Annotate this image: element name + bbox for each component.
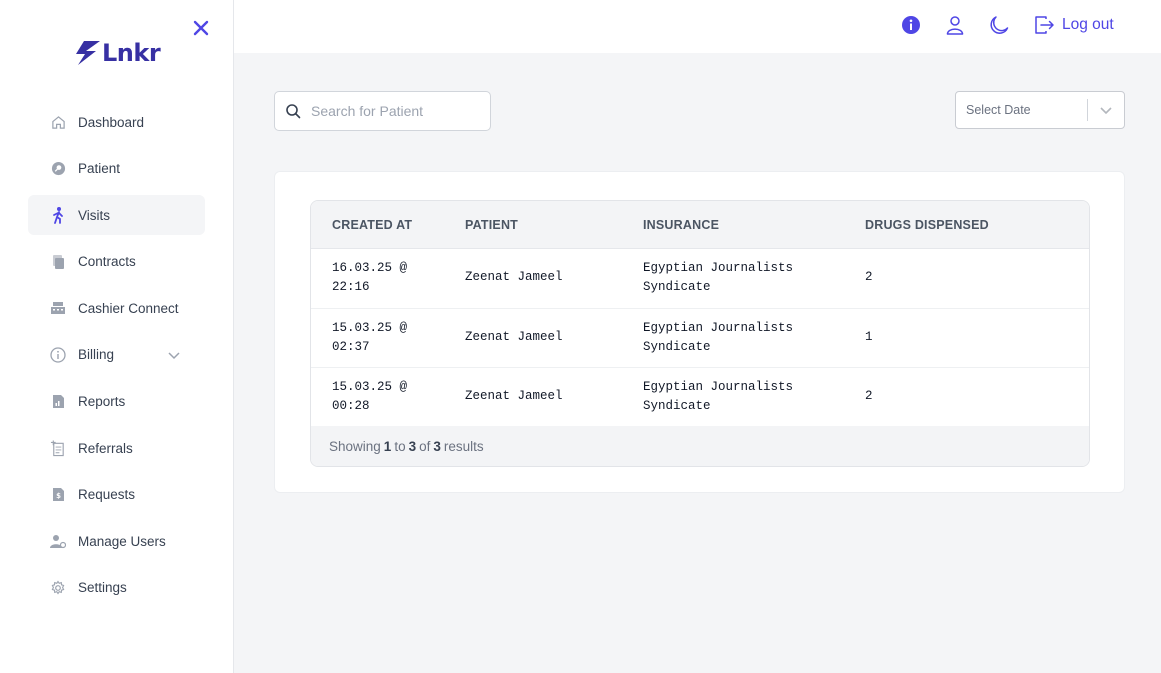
cell-created-at: 15.03.25 @ 00:28 <box>332 380 408 413</box>
sidebar-item-label: Referrals <box>78 440 133 456</box>
cell-created-at: 15.03.25 @ 02:37 <box>332 320 408 354</box>
info-icon <box>902 16 920 34</box>
close-icon <box>193 20 209 36</box>
cell-patient: Zeenat Jameel <box>465 329 563 344</box>
sidebar-item-settings[interactable]: Settings <box>28 568 205 608</box>
close-sidebar-button[interactable] <box>190 17 212 39</box>
referrals-icon <box>50 440 66 456</box>
sidebar-item-referrals[interactable]: Referrals <box>28 428 205 468</box>
logout-icon <box>1035 16 1054 34</box>
svg-text:$: $ <box>56 492 61 500</box>
visits-table: CREATED AT PATIENT INSURANCE DRUGS DISPE… <box>310 200 1090 467</box>
brand-name: Lnkr <box>102 39 161 67</box>
pagination-summary: Showing 1 to 3 of 3 results <box>311 426 1089 466</box>
sidebar-item-label: Manage Users <box>78 533 166 549</box>
sidebar-item-manage-users[interactable]: Manage Users <box>28 521 205 561</box>
cell-patient: Zeenat Jameel <box>465 389 563 403</box>
summary-to: 3 <box>408 438 417 454</box>
walking-person-icon <box>50 206 66 224</box>
profile-button[interactable] <box>944 14 966 36</box>
chevron-down-icon[interactable] <box>167 348 181 367</box>
sidebar-item-dashboard[interactable]: Dashboard <box>28 102 205 142</box>
table-row[interactable]: 15.03.25 @ 02:37 Zeenat Jameel Egyptian … <box>311 308 1089 368</box>
summary-to-word: to <box>394 438 406 454</box>
table-header: CREATED AT PATIENT INSURANCE DRUGS DISPE… <box>311 201 1089 249</box>
chevron-down-icon <box>1088 103 1124 117</box>
sidebar-item-label: Visits <box>78 207 111 223</box>
visits-card: CREATED AT PATIENT INSURANCE DRUGS DISPE… <box>274 171 1125 493</box>
sidebar-item-label: Billing <box>78 347 115 363</box>
report-icon <box>50 394 66 410</box>
patient-search <box>274 91 491 131</box>
user-icon <box>946 16 964 35</box>
cell-created-at: 16.03.25 @ 22:16 <box>332 261 408 294</box>
summary-suffix: results <box>443 438 484 454</box>
info-circle-icon <box>50 347 66 363</box>
cell-drugs-dispensed: 1 <box>865 329 873 344</box>
cash-register-icon <box>50 300 66 316</box>
request-doc-icon: $ <box>50 487 66 503</box>
cell-insurance: Egyptian Journalists Syndicate <box>643 380 794 413</box>
sidebar-item-label: Requests <box>78 487 136 503</box>
sidebar-item-label: Settings <box>78 580 127 596</box>
top-bar: Log out <box>234 0 1161 53</box>
summary-of-word: of <box>419 438 431 454</box>
search-icon <box>286 104 301 119</box>
date-select[interactable]: Select Date <box>955 91 1125 129</box>
summary-from: 1 <box>383 438 392 454</box>
cell-insurance: Egyptian Journalists Syndicate <box>643 320 794 354</box>
cell-patient: Zeenat Jameel <box>465 270 563 284</box>
search-input[interactable] <box>311 103 481 119</box>
column-header-created-at[interactable]: CREATED AT <box>332 218 412 232</box>
gear-icon <box>50 580 66 596</box>
sidebar-item-cashier-connect[interactable]: Cashier Connect <box>28 288 205 328</box>
logo: Lnkr <box>74 38 161 68</box>
sidebar-item-requests[interactable]: $ Requests <box>28 475 205 515</box>
patient-search-icon <box>50 161 66 177</box>
sidebar-item-label: Patient <box>78 161 121 177</box>
info-button[interactable] <box>900 14 922 36</box>
sidebar-item-label: Dashboard <box>78 114 145 130</box>
sidebar-item-contracts[interactable]: Contracts <box>28 242 205 282</box>
bolt-logo-icon <box>76 41 100 65</box>
column-header-patient[interactable]: PATIENT <box>465 218 518 232</box>
documents-icon <box>50 254 66 270</box>
logout-button[interactable]: Log out <box>1033 14 1114 36</box>
sidebar-item-reports[interactable]: Reports <box>28 382 205 422</box>
sidebar-nav: Dashboard Patient Visits Contracts Cashi… <box>28 102 205 615</box>
sidebar-item-label: Contracts <box>78 254 136 270</box>
cell-drugs-dispensed: 2 <box>865 270 873 284</box>
table-row[interactable]: 15.03.25 @ 00:28 Zeenat Jameel Egyptian … <box>311 368 1089 428</box>
logout-label: Log out <box>1062 16 1114 33</box>
sidebar-item-label: Cashier Connect <box>78 300 179 316</box>
date-select-placeholder: Select Date <box>966 103 1031 117</box>
users-gear-icon <box>50 533 66 549</box>
sidebar-item-patient[interactable]: Patient <box>28 149 205 189</box>
moon-icon <box>990 16 1009 34</box>
cell-insurance: Egyptian Journalists Syndicate <box>643 261 794 294</box>
sidebar-item-billing[interactable]: Billing <box>28 335 205 375</box>
column-header-drugs-dispensed[interactable]: DRUGS DISPENSED <box>865 218 989 232</box>
column-header-insurance[interactable]: INSURANCE <box>643 218 719 232</box>
sidebar-item-visits[interactable]: Visits <box>28 195 205 236</box>
table-row[interactable]: 16.03.25 @ 22:16 Zeenat Jameel Egyptian … <box>311 249 1089 309</box>
home-icon <box>50 114 66 130</box>
cell-drugs-dispensed: 2 <box>865 389 873 403</box>
summary-prefix: Showing <box>329 438 381 454</box>
dark-mode-toggle[interactable] <box>988 14 1010 36</box>
sidebar: Lnkr Dashboard Patient Visits Contracts <box>0 0 234 673</box>
summary-total: 3 <box>433 438 441 454</box>
sidebar-item-label: Reports <box>78 394 126 410</box>
